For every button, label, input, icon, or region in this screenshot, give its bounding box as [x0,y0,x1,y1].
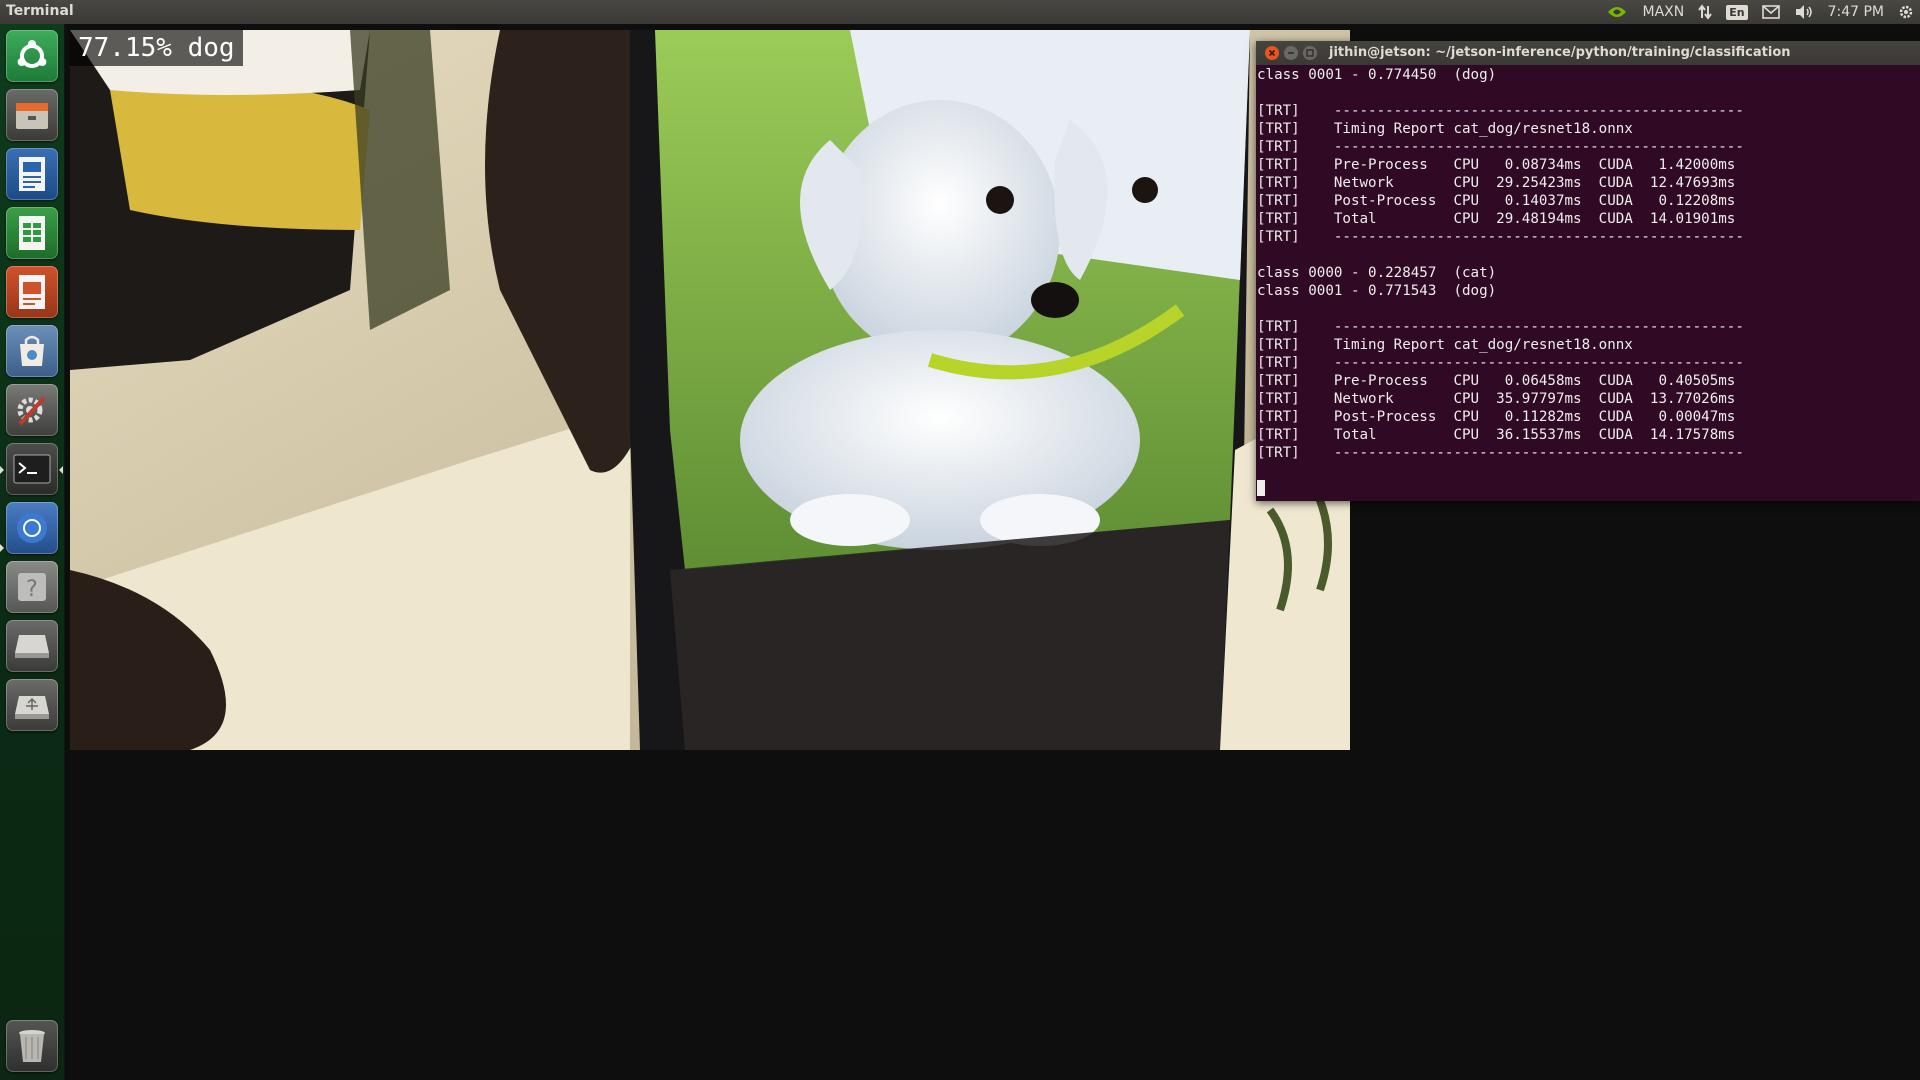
terminal-line: [TRT] ----------------------------------… [1257,139,1744,155]
mail-icon[interactable] [1761,5,1780,19]
terminal-line: [TRT] ----------------------------------… [1257,103,1744,119]
libreoffice-calc-icon[interactable] [6,207,58,259]
network-arrows-icon[interactable] [1698,4,1713,20]
terminal-line: class 0001 - 0.771543 (dog) [1257,283,1497,299]
terminal-line: [TRT] ----------------------------------… [1257,229,1744,245]
terminal-output[interactable]: class 0001 - 0.774450 (dog) [TRT] ------… [1256,65,1920,498]
usb-drive-icon[interactable] [6,679,58,731]
terminal-titlebar[interactable]: jithin@jetson: ~/jetson-inference/python… [1256,41,1920,65]
chromium-icon[interactable] [6,502,58,554]
gear-icon[interactable] [1898,4,1914,20]
minimize-icon [1288,52,1294,54]
active-window-title: Terminal [6,3,74,19]
terminal-line: [TRT] Post-Process CPU 0.11282ms CUDA 0.… [1257,409,1736,425]
indicator-area: MAXN En 7:47 PM [1606,0,1914,24]
terminal-line: [TRT] Network CPU 35.97797ms CUDA 13.770… [1257,391,1736,407]
maximize-button[interactable] [1303,46,1317,60]
close-icon [1268,49,1276,57]
terminal-line: [TRT] Total CPU 29.48194ms CUDA 14.01901… [1257,211,1736,227]
svg-text:?: ? [26,577,38,602]
volume-icon[interactable] [1794,4,1814,20]
libreoffice-writer-icon[interactable] [6,148,58,200]
terminal-line: class 0000 - 0.228457 (cat) [1257,265,1497,281]
camera-image [70,30,1350,750]
help-icon[interactable]: ? [6,561,58,613]
launcher: ? [0,24,65,1080]
close-button[interactable] [1265,46,1279,60]
maximize-icon [1306,49,1314,57]
terminal-cursor [1257,480,1265,496]
terminal-line: class 0001 - 0.774450 (dog) [1257,67,1497,83]
terminal-window[interactable]: jithin@jetson: ~/jetson-inference/python… [1256,41,1920,501]
minimize-button[interactable] [1284,46,1298,60]
terminal-line: [TRT] Post-Process CPU 0.14037ms CUDA 0.… [1257,193,1736,209]
camera-feed [70,30,1350,750]
terminal-line: [TRT] Pre-Process CPU 0.08734ms CUDA 1.4… [1257,157,1736,173]
ubuntu-dash-icon[interactable] [6,30,58,82]
software-center-icon[interactable] [6,325,58,377]
terminal-line: [TRT] Total CPU 36.15537ms CUDA 14.17578… [1257,427,1736,443]
terminal-line: [TRT] Timing Report cat_dog/resnet18.onn… [1257,337,1633,353]
trash-icon[interactable] [6,1020,58,1072]
terminal-title: jithin@jetson: ~/jetson-inference/python… [1329,45,1791,60]
libreoffice-impress-icon[interactable] [6,266,58,318]
system-settings-icon[interactable] [6,384,58,436]
keyboard-language-indicator[interactable]: En [1726,4,1748,20]
language-label: En [1726,4,1748,20]
nvidia-icon[interactable] [1606,4,1628,20]
drive-icon[interactable] [6,620,58,672]
terminal-line: [TRT] Network CPU 29.25423ms CUDA 12.476… [1257,175,1736,191]
top-panel: Terminal MAXN En 7:47 PM [0,0,1920,24]
terminal-cursor-line [1257,480,1920,498]
terminal-line: [TRT] ----------------------------------… [1257,445,1744,461]
terminal-line: [TRT] Timing Report cat_dog/resnet18.onn… [1257,121,1633,137]
terminal-line: [TRT] ----------------------------------… [1257,319,1744,335]
power-mode-indicator[interactable]: MAXN [1642,4,1684,20]
terminal-line: [TRT] Pre-Process CPU 0.06458ms CUDA 0.4… [1257,373,1736,389]
files-icon[interactable] [6,89,58,141]
clock[interactable]: 7:47 PM [1828,4,1884,20]
classification-overlay: 77.15% dog [70,30,243,66]
terminal-line: [TRT] ----------------------------------… [1257,355,1744,371]
terminal-icon[interactable] [6,443,58,495]
